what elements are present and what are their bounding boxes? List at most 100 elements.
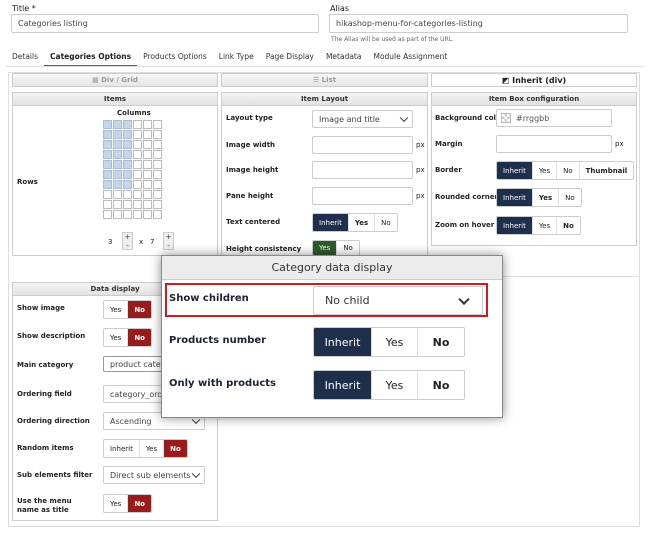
only-with-products-no[interactable]: No [418,371,464,399]
grid-cell[interactable] [103,210,112,219]
tab-metadata[interactable]: Metadata [320,50,368,67]
columns-minus-button[interactable]: - [164,242,173,251]
grid-cell[interactable] [133,120,142,129]
grid-cell[interactable] [113,120,122,129]
rows-stepper[interactable]: + - [122,232,133,250]
sub-filter-select[interactable]: Direct sub elements [103,466,205,484]
grid-cell[interactable] [143,160,152,169]
color-swatch-icon[interactable] [501,113,511,123]
zoom-inherit[interactable]: Inherit [497,217,533,234]
columns-stepper[interactable]: + - [163,232,174,250]
grid-cell[interactable] [133,130,142,139]
grid-cell[interactable] [123,190,132,199]
grid-cell[interactable] [113,130,122,139]
main-category-input[interactable]: product categ [103,356,163,372]
rounded-no[interactable]: No [559,189,581,206]
text-centered-toggle[interactable]: Inherit Yes No [312,213,398,232]
grid-cell[interactable] [133,150,142,159]
grid-cell[interactable] [133,190,142,199]
random-items-yes[interactable]: Yes [140,440,165,457]
border-thumbnail[interactable]: Thumbnail [580,162,634,179]
layout-list[interactable]: ☰ List [221,73,428,87]
grid-cell[interactable] [113,190,122,199]
grid-cell[interactable] [143,200,152,209]
grid-cell[interactable] [153,170,162,179]
text-centered-no[interactable]: No [375,214,397,231]
grid-cell[interactable] [143,120,152,129]
use-menu-name-no[interactable]: No [128,495,151,512]
grid-cell[interactable] [133,210,142,219]
show-image-toggle[interactable]: Yes No [103,300,152,319]
products-number-yes[interactable]: Yes [372,328,418,356]
grid-cell[interactable] [153,150,162,159]
columns-plus-button[interactable]: + [164,233,173,242]
grid-cell[interactable] [113,160,122,169]
alias-input[interactable]: hikashop-menu-for-categories-listing [329,14,628,33]
grid-cell[interactable] [123,130,132,139]
height-consistency-yes[interactable]: Yes [313,241,338,255]
show-description-toggle[interactable]: Yes No [103,328,152,347]
margin-input[interactable] [496,135,612,153]
grid-cell[interactable] [103,180,112,189]
grid-cell[interactable] [103,200,112,209]
grid-cell[interactable] [153,130,162,139]
products-number-toggle[interactable]: Inherit Yes No [313,327,465,357]
grid-cell[interactable] [103,190,112,199]
grid-cell[interactable] [113,210,122,219]
image-height-input[interactable] [312,161,413,179]
grid-cell[interactable] [133,160,142,169]
grid-cell[interactable] [153,190,162,199]
grid-cell[interactable] [103,150,112,159]
show-image-yes[interactable]: Yes [104,301,129,318]
grid-cell[interactable] [143,140,152,149]
tab-products-options[interactable]: Products Options [137,50,213,67]
image-width-input[interactable] [312,136,413,154]
show-description-no[interactable]: No [128,329,151,346]
text-centered-yes[interactable]: Yes [349,214,376,231]
grid-cell[interactable] [133,170,142,179]
rounded-yes[interactable]: Yes [533,189,560,206]
products-number-inherit[interactable]: Inherit [314,328,372,356]
grid-cell[interactable] [133,180,142,189]
grid-cell[interactable] [153,120,162,129]
title-input[interactable]: Categories listing [11,14,319,33]
grid-cell[interactable] [113,150,122,159]
bg-color-input[interactable]: #rrggbb [496,109,612,127]
show-description-yes[interactable]: Yes [104,329,129,346]
tab-categories-options[interactable]: Categories Options [44,50,138,67]
text-centered-inherit[interactable]: Inherit [313,214,349,231]
pane-height-input[interactable] [312,187,413,205]
grid-cell[interactable] [133,140,142,149]
grid-cell[interactable] [153,210,162,219]
tab-module-assignment[interactable]: Module Assignment [367,50,453,67]
grid-cell[interactable] [143,130,152,139]
border-toggle[interactable]: Inherit Yes No Thumbnail [496,161,635,180]
use-menu-name-yes[interactable]: Yes [104,495,129,512]
grid-cell[interactable] [123,210,132,219]
only-with-products-toggle[interactable]: Inherit Yes No [313,370,465,400]
grid-cell[interactable] [103,140,112,149]
layout-div-grid[interactable]: ▦ Div / Grid [12,73,218,87]
random-items-inherit[interactable]: Inherit [104,440,140,457]
grid-cell[interactable] [123,200,132,209]
grid-cell[interactable] [123,120,132,129]
border-no[interactable]: No [557,162,580,179]
layout-inherit[interactable]: ◩ Inherit (div) [431,73,637,87]
grid-cell[interactable] [143,180,152,189]
grid-cell[interactable] [153,160,162,169]
tab-link-type[interactable]: Link Type [213,50,260,67]
show-image-no[interactable]: No [128,301,151,318]
grid-cell[interactable] [113,180,122,189]
grid-cell[interactable] [143,190,152,199]
only-with-products-inherit[interactable]: Inherit [314,371,372,399]
grid-cell[interactable] [153,140,162,149]
grid-cell[interactable] [123,160,132,169]
grid-cell[interactable] [133,200,142,209]
rows-minus-button[interactable]: - [123,242,132,251]
grid-cell[interactable] [103,160,112,169]
grid-cell[interactable] [103,170,112,179]
ordering-field-input[interactable]: category_order [103,385,163,403]
grid-cell[interactable] [153,200,162,209]
rounded-inherit[interactable]: Inherit [497,189,533,206]
only-with-products-yes[interactable]: Yes [372,371,418,399]
